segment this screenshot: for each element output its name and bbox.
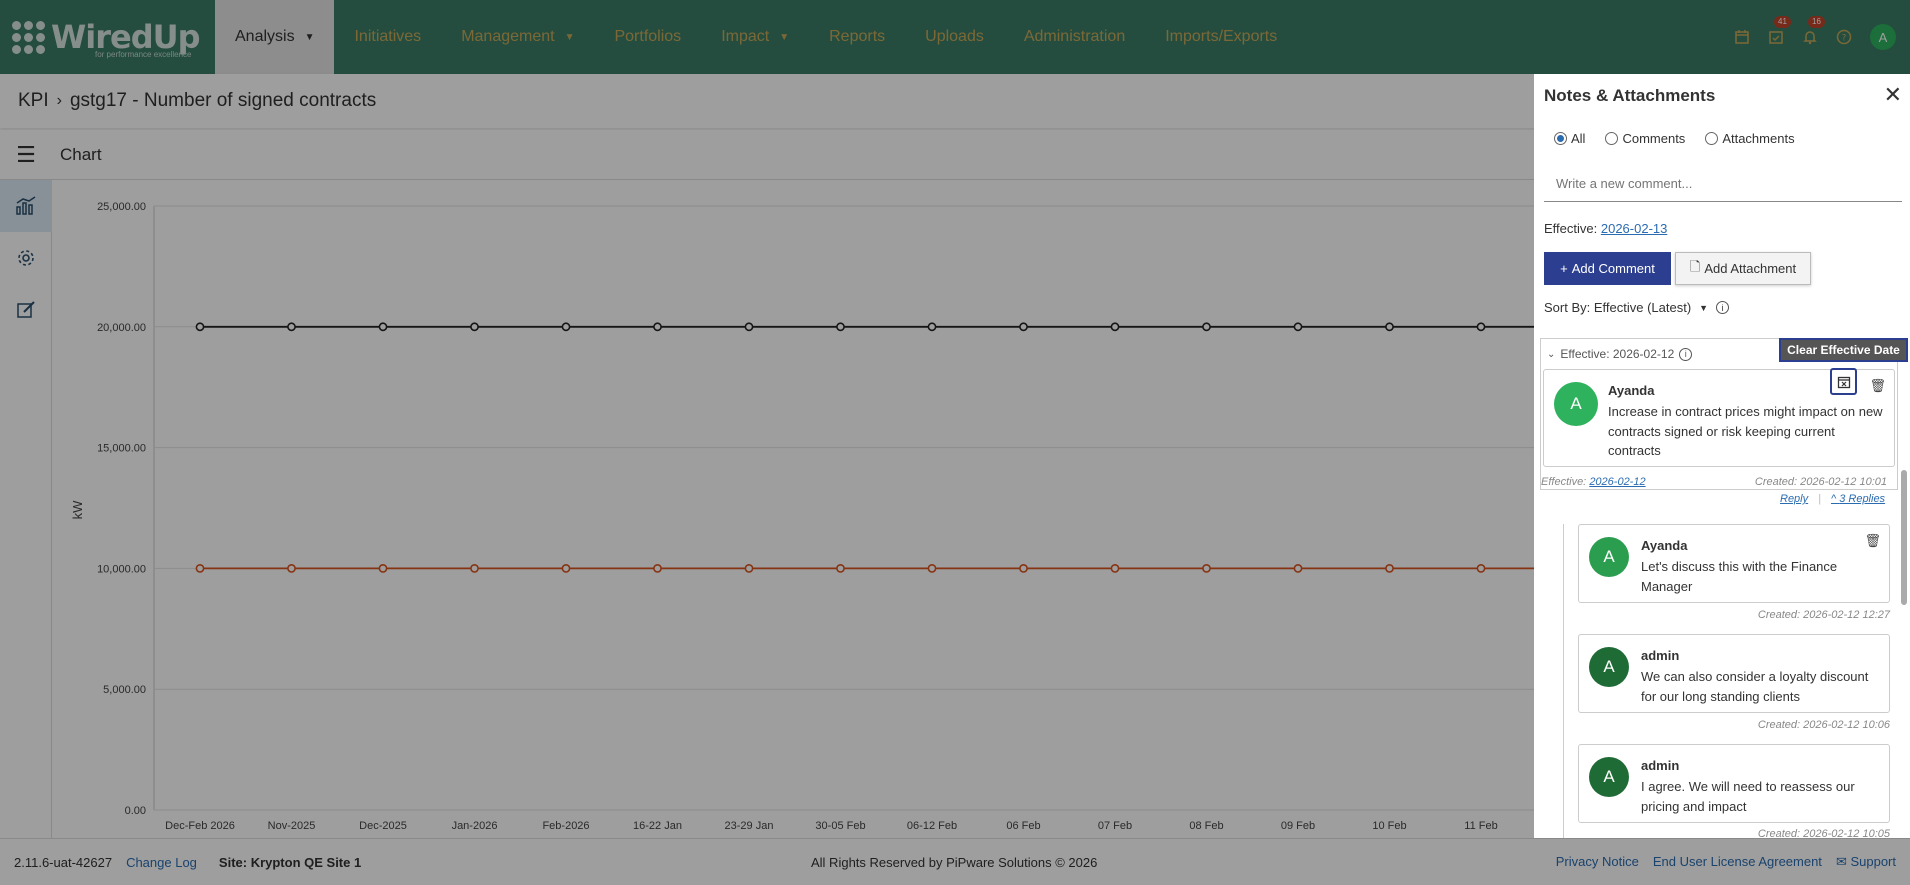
add-comment-button[interactable]: + Add Comment bbox=[1544, 252, 1671, 285]
trash-icon[interactable]: 🗑 bbox=[1864, 533, 1881, 549]
avatar: A bbox=[1589, 537, 1629, 577]
thread-line bbox=[1563, 524, 1564, 838]
divider: | bbox=[1818, 493, 1821, 505]
replies-toggle[interactable]: ^ 3 Replies bbox=[1831, 493, 1885, 505]
reply-author: admin bbox=[1641, 648, 1680, 663]
file-icon: 🗋 bbox=[1689, 258, 1701, 274]
filter-all[interactable]: All bbox=[1554, 131, 1585, 146]
effective-date-line: Effective: 2026-02-13 bbox=[1544, 221, 1667, 236]
add-comment-label: Add Comment bbox=[1571, 261, 1655, 276]
effective-date-link[interactable]: 2026-02-13 bbox=[1601, 221, 1668, 236]
group-header-label: Effective: 2026-02-12 bbox=[1560, 347, 1675, 361]
reply-author: admin bbox=[1641, 758, 1680, 773]
add-attachment-label: Add Attachment bbox=[1704, 261, 1797, 276]
sort-by-label: Sort By: Effective (Latest) bbox=[1544, 300, 1692, 315]
panel-scrollbar[interactable] bbox=[1901, 470, 1907, 605]
add-attachment-button[interactable]: 🗋 Add Attachment bbox=[1675, 252, 1811, 285]
reply-author: Ayanda bbox=[1641, 538, 1688, 553]
avatar: A bbox=[1554, 382, 1598, 426]
comment-text: Increase in contract prices might impact… bbox=[1608, 404, 1883, 458]
plus-icon: + bbox=[1560, 261, 1568, 276]
reply-created: Created: 2026-02-12 10:05 bbox=[1757, 828, 1890, 838]
radio-all[interactable] bbox=[1554, 132, 1567, 145]
reply-text: Let's discuss this with the Finance Mana… bbox=[1641, 559, 1838, 594]
reply-created: Created: 2026-02-12 10:06 bbox=[1757, 719, 1890, 731]
filter-label: Comments bbox=[1622, 131, 1686, 146]
comment-input[interactable] bbox=[1544, 166, 1902, 202]
info-icon[interactable]: i bbox=[1679, 347, 1693, 361]
effective-label: Effective: bbox=[1544, 221, 1598, 236]
filter-label: All bbox=[1571, 131, 1586, 146]
close-icon[interactable]: ✕ bbox=[1884, 82, 1902, 108]
clear-date-icon[interactable] bbox=[1830, 368, 1857, 395]
comment-effective: Effective: 2026-02-12 bbox=[1541, 476, 1646, 488]
reply-text: We can also consider a loyalty discount … bbox=[1641, 669, 1869, 704]
chevron-up-icon: ^ bbox=[1830, 493, 1840, 505]
filter-radio-group: All Comments Attachments bbox=[1554, 131, 1795, 146]
clear-effective-date-tooltip: Clear Effective Date bbox=[1779, 338, 1908, 362]
replies-toggle-label: 3 Replies bbox=[1839, 493, 1886, 505]
filter-attachments[interactable]: Attachments bbox=[1705, 131, 1795, 146]
radio-comments[interactable] bbox=[1605, 132, 1619, 145]
notes-panel: Notes & Attachments ✕ All Comments Attac… bbox=[1534, 74, 1910, 838]
reply-card: A Ayanda Let's discuss this with the Fin… bbox=[1578, 524, 1890, 603]
reply-card: A admin We can also consider a loyalty d… bbox=[1578, 634, 1890, 713]
sort-by-select[interactable]: Sort By: Effective (Latest) ▼ i bbox=[1544, 300, 1730, 315]
radio-attachments[interactable] bbox=[1705, 132, 1719, 145]
caret-down-icon: ▼ bbox=[1699, 302, 1709, 313]
avatar: A bbox=[1589, 647, 1629, 687]
comment-effective-date[interactable]: 2026-02-12 bbox=[1589, 476, 1645, 488]
filter-label: Attachments bbox=[1722, 131, 1795, 146]
chevron-down-icon: ⌄ bbox=[1547, 348, 1556, 360]
effective-label: Effective: bbox=[1541, 476, 1587, 488]
reply-card: A admin I agree. We will need to reasses… bbox=[1578, 744, 1890, 823]
comment-created: Created: 2026-02-12 10:01 bbox=[1754, 476, 1887, 488]
panel-title: Notes & Attachments bbox=[1544, 86, 1716, 105]
info-icon[interactable]: i bbox=[1716, 301, 1730, 314]
comment-author: Ayanda bbox=[1608, 383, 1655, 398]
trash-icon[interactable]: 🗑 bbox=[1869, 378, 1886, 394]
reply-created: Created: 2026-02-12 12:27 bbox=[1757, 609, 1890, 621]
reply-link[interactable]: Reply bbox=[1780, 493, 1808, 505]
avatar: A bbox=[1589, 757, 1629, 797]
reply-actions: Reply | ^ 3 Replies bbox=[1780, 493, 1885, 505]
reply-text: I agree. We will need to reassess our pr… bbox=[1641, 779, 1855, 814]
filter-comments[interactable]: Comments bbox=[1605, 131, 1685, 146]
group-header[interactable]: ⌄ Effective: 2026-02-12 i bbox=[1547, 347, 1693, 361]
